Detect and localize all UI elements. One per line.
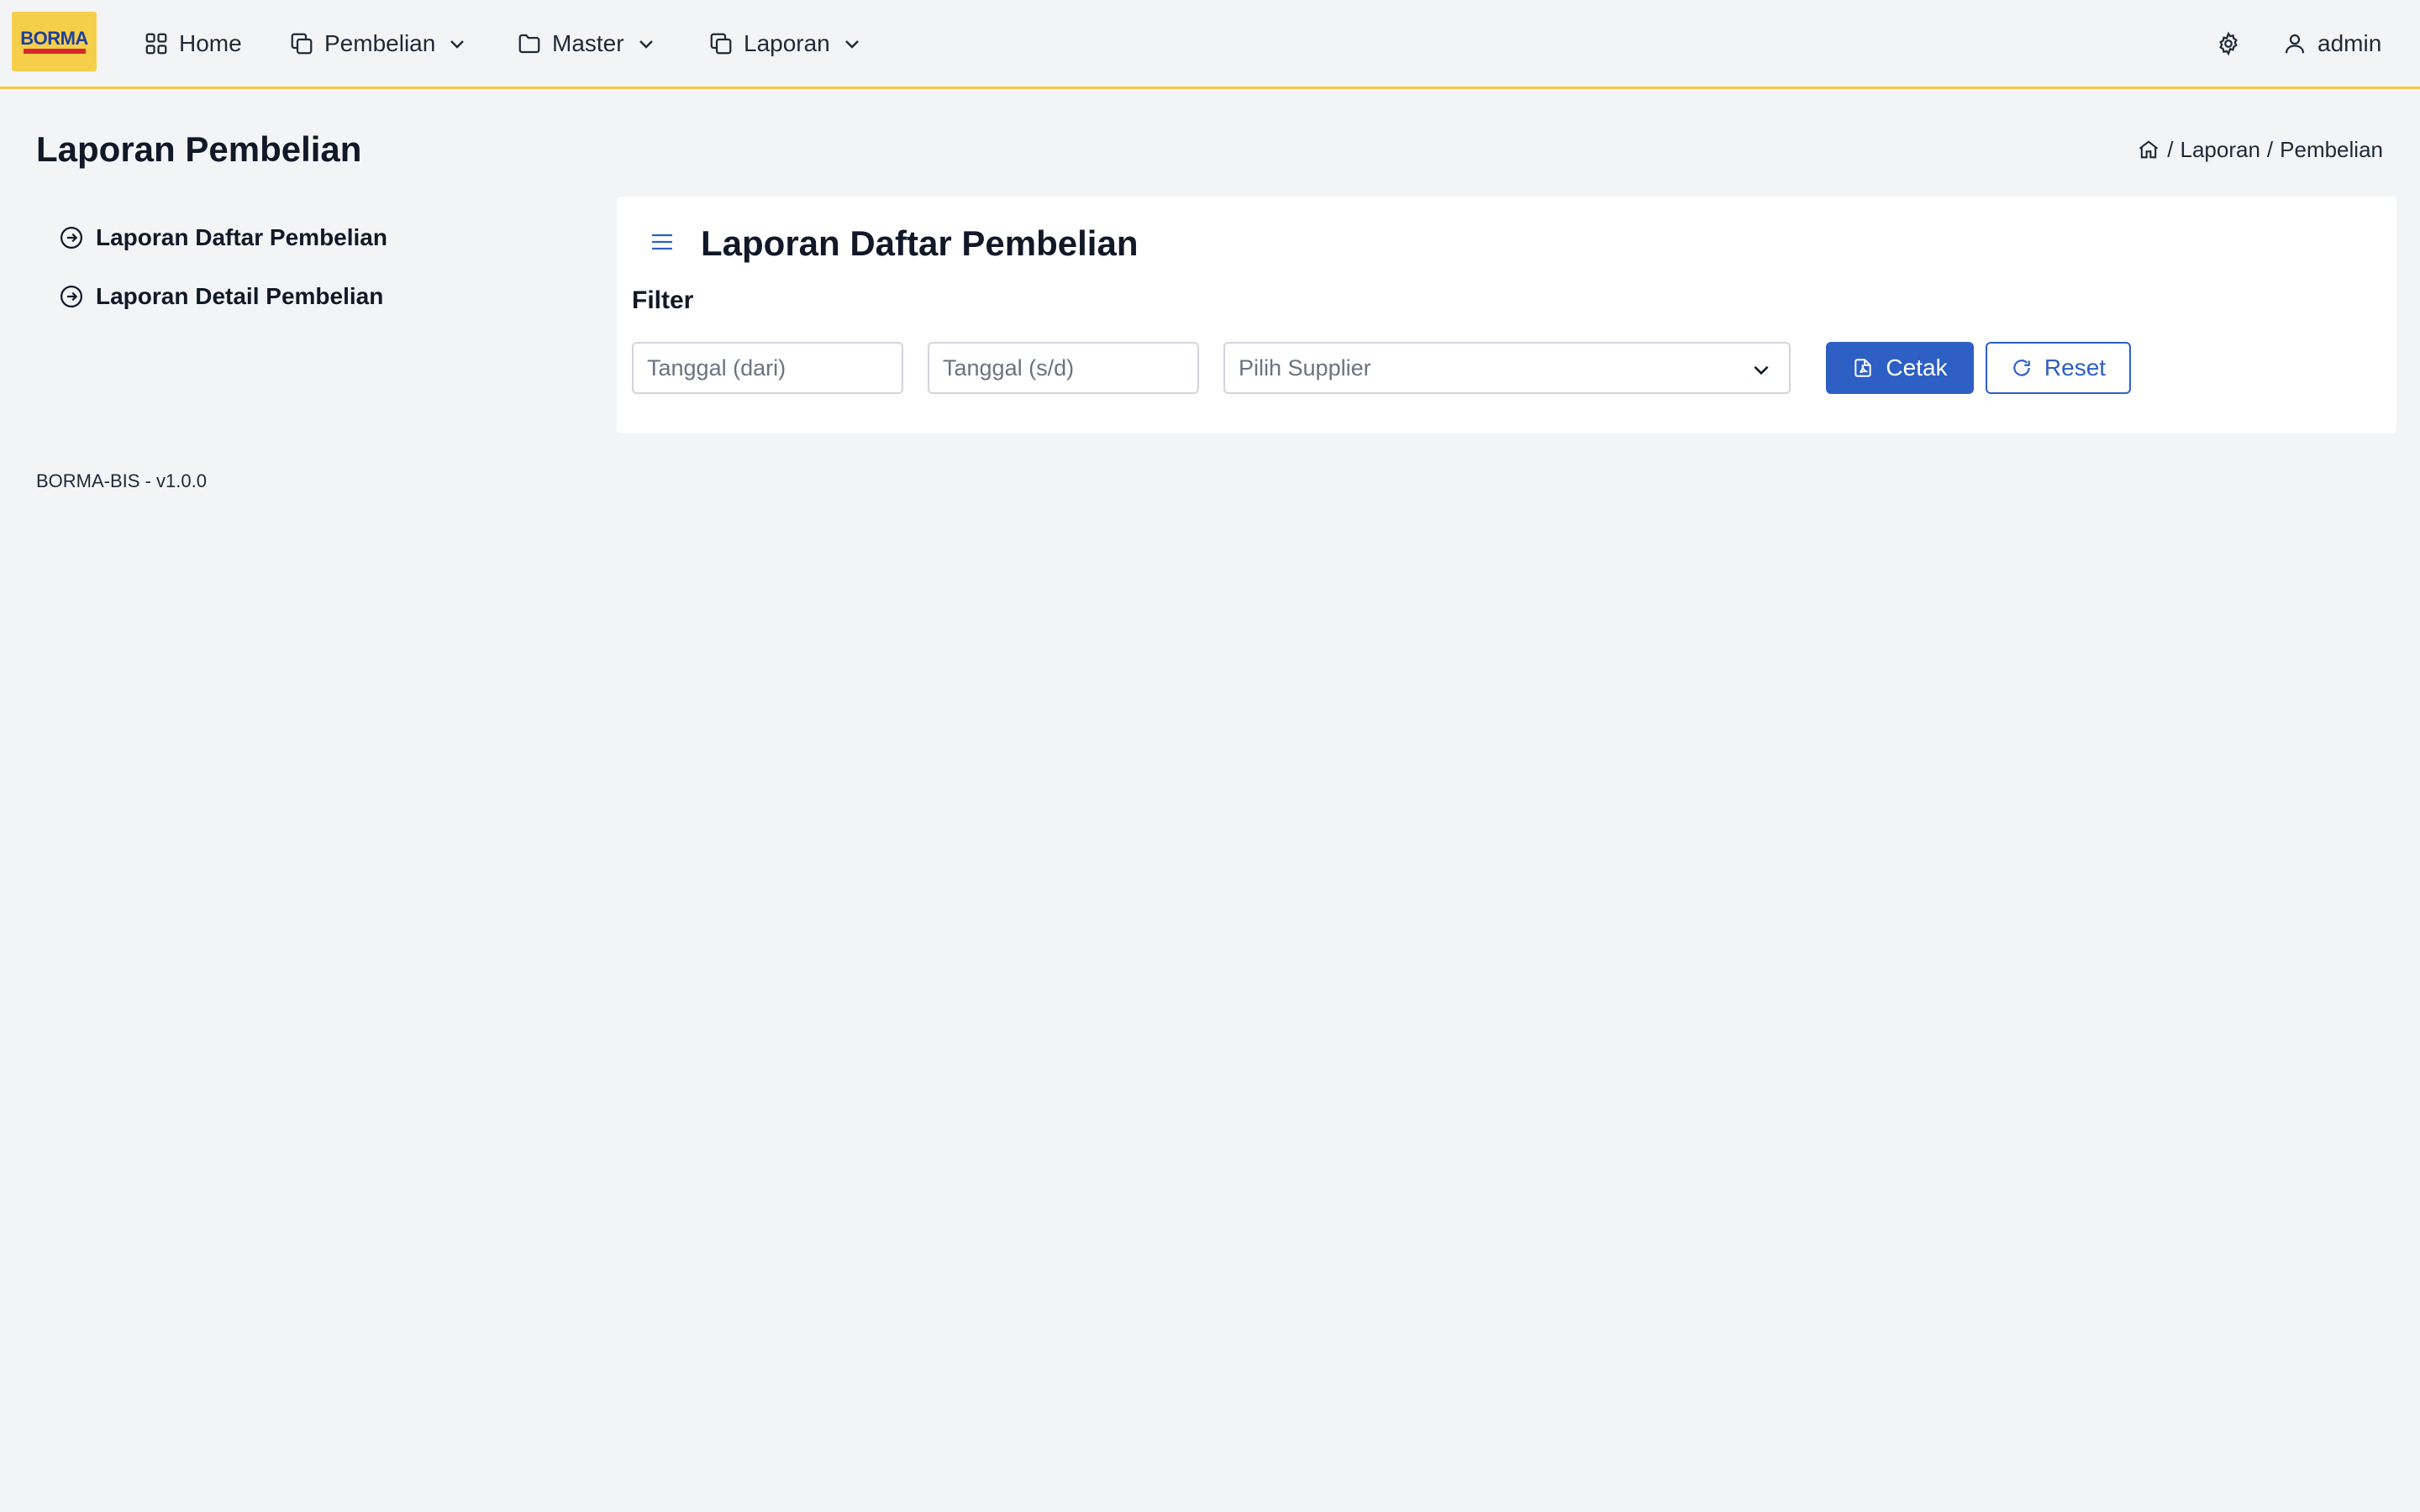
sidebar-item-label: Laporan Daftar Pembelian bbox=[96, 224, 387, 250]
print-button[interactable]: Cetak bbox=[1826, 342, 1974, 394]
nav-item-pembelian[interactable]: Pembelian bbox=[289, 24, 467, 64]
logo-stripe bbox=[23, 49, 86, 54]
folder-icon bbox=[518, 34, 540, 54]
sidebar-item-laporan-daftar-pembelian[interactable]: Laporan Daftar Pembelian bbox=[59, 221, 387, 255]
footer-version: BORMA-BIS - v1.0.0 bbox=[36, 470, 207, 491]
top-navbar: BORMA Home Pembelian Master Laporan admi… bbox=[0, 0, 2420, 89]
nav-item-label: Home bbox=[179, 30, 242, 56]
copy-icon bbox=[291, 33, 313, 55]
breadcrumb-item-pembelian: Pembelian bbox=[2280, 136, 2383, 162]
reset-button-label: Reset bbox=[2044, 354, 2107, 381]
card-title: Laporan Daftar Pembelian bbox=[701, 223, 1139, 263]
print-button-label: Cetak bbox=[1886, 354, 1948, 381]
refresh-icon bbox=[2013, 360, 2030, 376]
breadcrumb-separator: / bbox=[2167, 136, 2174, 162]
filter-label: Filter bbox=[632, 286, 694, 314]
report-card: Laporan Daftar Pembelian Filter Pilih Su… bbox=[617, 197, 2396, 433]
chevron-down-icon bbox=[450, 40, 465, 49]
file-pdf-icon bbox=[1854, 359, 1872, 377]
nav-item-home[interactable]: Home bbox=[144, 24, 242, 64]
nav-item-laporan[interactable]: Laporan bbox=[708, 24, 862, 64]
nav-item-label: Pembelian bbox=[324, 30, 436, 56]
user-menu[interactable]: admin bbox=[2282, 24, 2381, 64]
date-to-input[interactable] bbox=[928, 342, 1199, 394]
arrow-right-circle-icon bbox=[60, 227, 82, 249]
chevron-down-icon bbox=[844, 40, 859, 49]
settings-button[interactable] bbox=[2216, 24, 2241, 64]
grid-icon bbox=[145, 33, 167, 55]
arrow-right-circle-icon bbox=[60, 286, 82, 307]
hamburger-icon[interactable] bbox=[649, 228, 676, 255]
reset-button[interactable]: Reset bbox=[1986, 342, 2131, 394]
nav-item-label: Master bbox=[552, 30, 624, 56]
copy-icon bbox=[710, 33, 732, 55]
supplier-select[interactable]: Pilih Supplier bbox=[1223, 342, 1791, 394]
user-name: admin bbox=[2317, 30, 2382, 56]
sidebar-item-laporan-detail-pembelian[interactable]: Laporan Detail Pembelian bbox=[59, 280, 383, 313]
date-from-input[interactable] bbox=[632, 342, 903, 394]
home-icon[interactable] bbox=[2137, 138, 2160, 161]
logo-text: BORMA bbox=[20, 28, 88, 49]
breadcrumb: / Laporan / Pembelian bbox=[2137, 134, 2383, 165]
page-title: Laporan Pembelian bbox=[36, 129, 362, 169]
brand-logo[interactable]: BORMA bbox=[12, 12, 97, 71]
nav-item-master[interactable]: Master bbox=[517, 24, 656, 64]
nav-item-label: Laporan bbox=[744, 30, 830, 56]
sidebar-item-label: Laporan Detail Pembelian bbox=[96, 283, 384, 309]
user-icon bbox=[2285, 34, 2305, 54]
chevron-down-icon bbox=[1754, 365, 1769, 375]
breadcrumb-item-laporan[interactable]: Laporan bbox=[2180, 137, 2260, 163]
supplier-select-placeholder: Pilih Supplier bbox=[1239, 354, 1371, 381]
gear-icon bbox=[2219, 31, 2238, 56]
chevron-down-icon bbox=[639, 40, 653, 49]
breadcrumb-separator: / bbox=[2266, 136, 2274, 162]
